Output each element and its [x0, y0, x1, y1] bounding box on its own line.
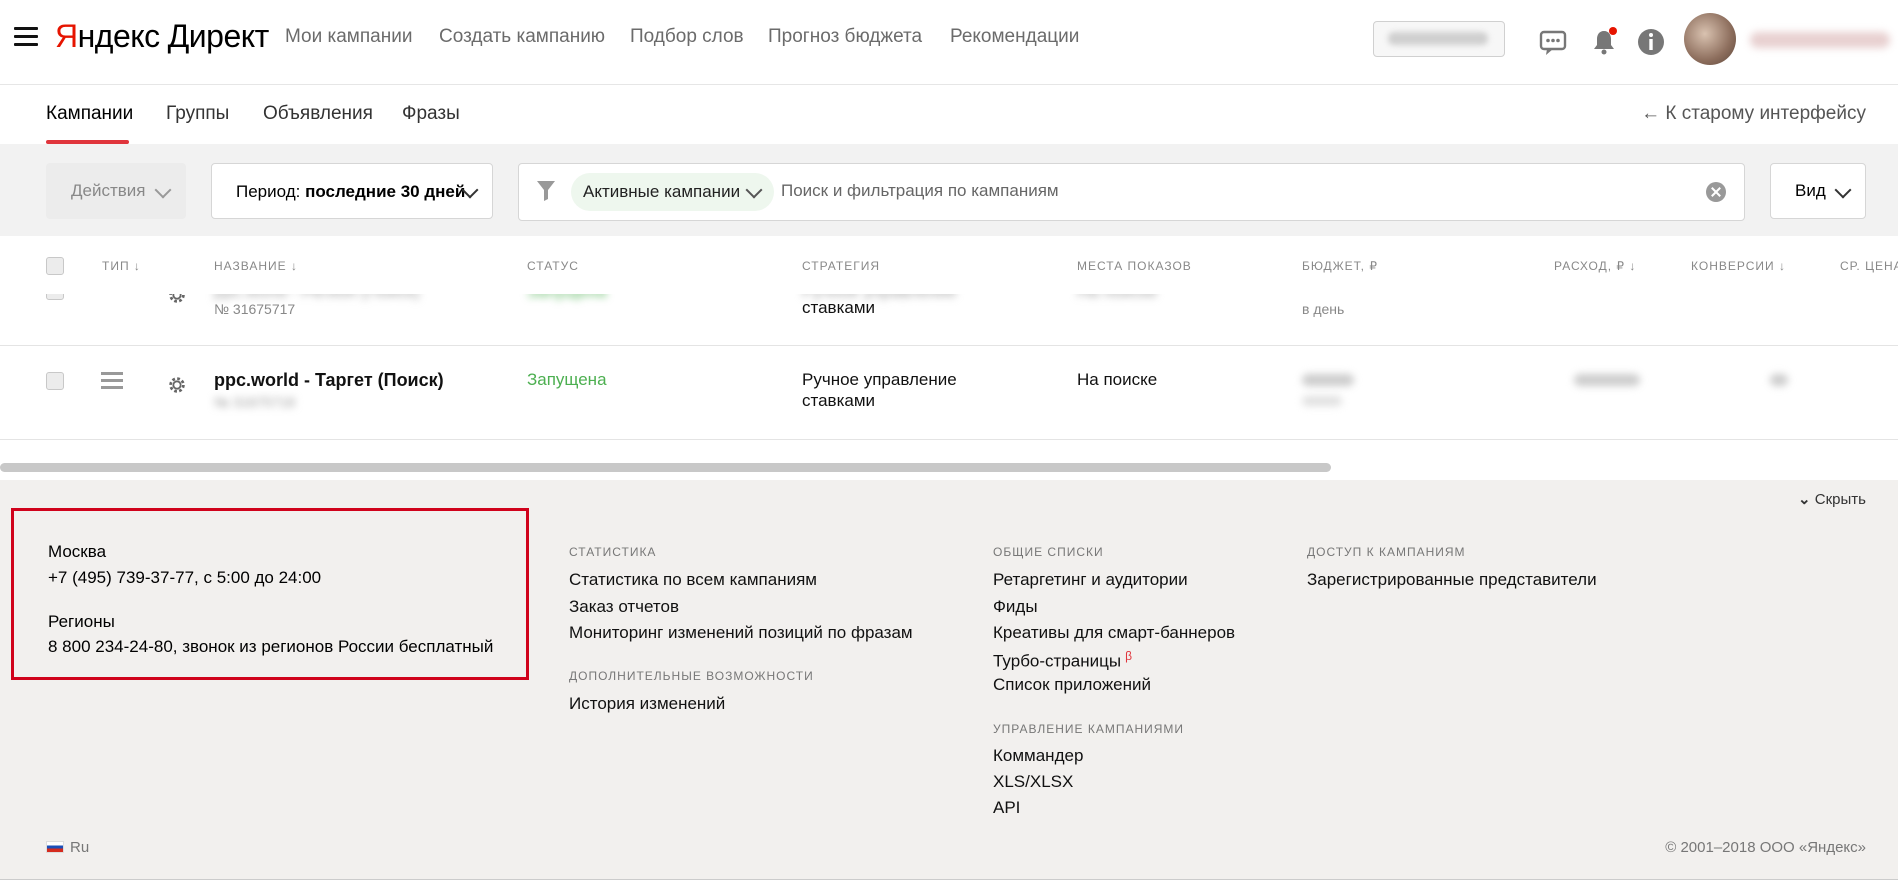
contact-city: Москва: [48, 542, 107, 561]
row-checkbox[interactable]: [46, 372, 64, 390]
campaign-filter-bar[interactable]: Активные кампании: [518, 163, 1745, 221]
chevron-down-icon: [1834, 181, 1852, 199]
chevron-down-icon: [745, 181, 763, 199]
beta-badge: β: [1125, 649, 1132, 663]
footer-link-retargeting[interactable]: Ретаргетинг и аудитории: [993, 570, 1188, 590]
double-chevron-down-icon: ⌄: [1798, 491, 1811, 508]
info-icon[interactable]: [1636, 27, 1666, 57]
footer-link-api[interactable]: API: [993, 798, 1020, 818]
old-interface-link[interactable]: ← К старому интерфейсу: [1641, 103, 1866, 125]
text-ad-type-icon: [101, 372, 123, 390]
column-type[interactable]: Тип ↓: [102, 259, 141, 273]
column-budget[interactable]: Бюджет, ₽: [1302, 259, 1378, 273]
clear-filter-icon[interactable]: [1706, 182, 1726, 202]
notification-bell-icon[interactable]: [1589, 27, 1619, 57]
campaign-table-header: Тип ↓ Название ↓ Статус Стратегия Места …: [0, 236, 1898, 294]
chevron-down-icon: [154, 181, 172, 199]
footer-link-representatives[interactable]: Зарегистрированные представители: [1307, 570, 1597, 590]
russia-flag-icon: [46, 841, 64, 853]
footer-link-position-monitoring[interactable]: Мониторинг изменений позиций по фразам: [569, 623, 913, 643]
campaign-strategy-line2: ставками: [802, 391, 876, 410]
filter-funnel-icon[interactable]: [537, 181, 555, 201]
tab-phrases[interactable]: Фразы: [402, 103, 460, 125]
gear-icon[interactable]: [166, 294, 188, 306]
column-status[interactable]: Статус: [527, 259, 579, 273]
nav-my-campaigns[interactable]: Мои кампании: [285, 26, 412, 48]
hide-footer-button[interactable]: ⌄ Скрыть: [1798, 490, 1866, 508]
campaign-toolbar: Действия Период: последние 30 дней Актив…: [0, 144, 1898, 236]
campaign-name[interactable]: ppc.world - Таргет (Поиск): [214, 370, 444, 391]
campaign-number: № 31675718: [214, 394, 296, 410]
budget-period: в день: [1302, 301, 1345, 317]
contact-regions: Регионы: [48, 612, 115, 631]
footer-link-commander[interactable]: Коммандер: [993, 746, 1083, 766]
blurred-spend: [1574, 374, 1640, 386]
section-tabs: Кампании Группы Объявления Фразы ← К ста…: [0, 85, 1898, 144]
nav-word-selection[interactable]: Подбор слов: [630, 26, 744, 48]
footer-access-title: Доступ к кампаниям: [1307, 545, 1466, 559]
campaign-status: Запущена: [527, 294, 607, 302]
menu-icon[interactable]: [14, 27, 38, 47]
footer-management-title: Управление кампаниями: [993, 722, 1185, 736]
yandex-direct-logo[interactable]: Яндекс Директ: [55, 18, 269, 55]
footer-extra-title: Дополнительные возможности: [569, 669, 814, 683]
top-header: Яндекс Директ Мои кампании Создать кампан…: [0, 0, 1898, 85]
page-footer: ⌄ Скрыть Москва +7 (495) 739-37-77, с 5:…: [0, 480, 1898, 880]
contact-regions-phone: 8 800 234-24-80, звонок из регионов Росс…: [48, 637, 494, 656]
horizontal-scrollbar[interactable]: [0, 463, 1331, 472]
nav-create-campaign[interactable]: Создать кампанию: [439, 26, 605, 48]
footer-link-history[interactable]: История изменений: [569, 694, 725, 714]
campaign-strategy-line2: ставками: [802, 298, 876, 317]
view-dropdown[interactable]: Вид: [1770, 163, 1866, 219]
blurred-budget-sub: [1302, 396, 1342, 406]
column-name[interactable]: Название ↓: [214, 259, 298, 273]
select-all-checkbox[interactable]: [46, 257, 64, 275]
blurred-conversions: [1770, 374, 1788, 386]
footer-link-feeds[interactable]: Фиды: [993, 597, 1038, 617]
account-balance-box[interactable]: [1373, 21, 1505, 57]
nav-recommendations[interactable]: Рекомендации: [950, 26, 1079, 48]
active-campaigns-filter-chip[interactable]: Активные кампании: [571, 173, 775, 211]
language-switch[interactable]: Ru: [46, 839, 89, 856]
footer-link-app-list[interactable]: Список приложений: [993, 675, 1151, 695]
contact-info-box: Москва +7 (495) 739-37-77, с 5:00 до 24:…: [11, 508, 529, 680]
text-ad-type-icon: [101, 294, 123, 300]
campaign-placement: На поиске: [1077, 370, 1158, 389]
nav-budget-forecast[interactable]: Прогноз бюджета: [768, 26, 922, 48]
column-strategy[interactable]: Стратегия: [802, 259, 880, 273]
table-row[interactable]: ppc.world - Таргет (Поиск) № 31675718 За…: [0, 346, 1898, 440]
table-row[interactable]: ppc.world - Регион (Поиск) № 31675717 За…: [0, 294, 1898, 346]
footer-link-smart-banners[interactable]: Креативы для смарт-баннеров: [993, 623, 1235, 643]
column-conversions[interactable]: Конверсии ↓: [1691, 259, 1786, 273]
gear-icon[interactable]: [166, 374, 188, 396]
campaign-number: № 31675717: [214, 301, 296, 317]
column-placement[interactable]: Места показов: [1077, 259, 1192, 273]
blurred-balance: [1388, 32, 1488, 45]
campaign-placement: На поиске: [1077, 294, 1157, 302]
period-dropdown[interactable]: Период: последние 30 дней: [211, 163, 493, 219]
blurred-username: [1750, 32, 1890, 48]
tab-ads[interactable]: Объявления: [263, 103, 373, 125]
footer-link-turbo-pages[interactable]: Турбо-страницы β: [993, 649, 1132, 672]
campaign-status: Запущена: [527, 370, 607, 389]
footer-link-report-order[interactable]: Заказ отчетов: [569, 597, 679, 617]
row-checkbox[interactable]: [46, 294, 64, 300]
user-avatar[interactable]: [1684, 13, 1736, 65]
chat-icon[interactable]: [1538, 27, 1568, 57]
tab-campaigns[interactable]: Кампании: [46, 103, 133, 125]
footer-statistics-title: Статистика: [569, 545, 657, 559]
footer-link-xls[interactable]: XLS/XLSX: [993, 772, 1073, 792]
campaign-strategy: Ручное управление: [802, 370, 957, 389]
column-spend[interactable]: Расход, ₽ ↓: [1554, 259, 1636, 273]
blurred-budget: [1302, 374, 1354, 386]
campaign-search-input[interactable]: [781, 181, 1581, 201]
copyright: © 2001–2018 ООО «Яндекс»: [1665, 839, 1866, 856]
footer-link-all-stats[interactable]: Статистика по всем кампаниям: [569, 570, 817, 590]
column-avg-price[interactable]: Ср. цена: [1840, 259, 1898, 273]
actions-dropdown[interactable]: Действия: [46, 163, 186, 219]
contact-city-phone: +7 (495) 739-37-77, с 5:00 до 24:00: [48, 568, 322, 587]
footer-shared-title: Общие списки: [993, 545, 1104, 559]
tab-groups[interactable]: Группы: [166, 103, 229, 125]
